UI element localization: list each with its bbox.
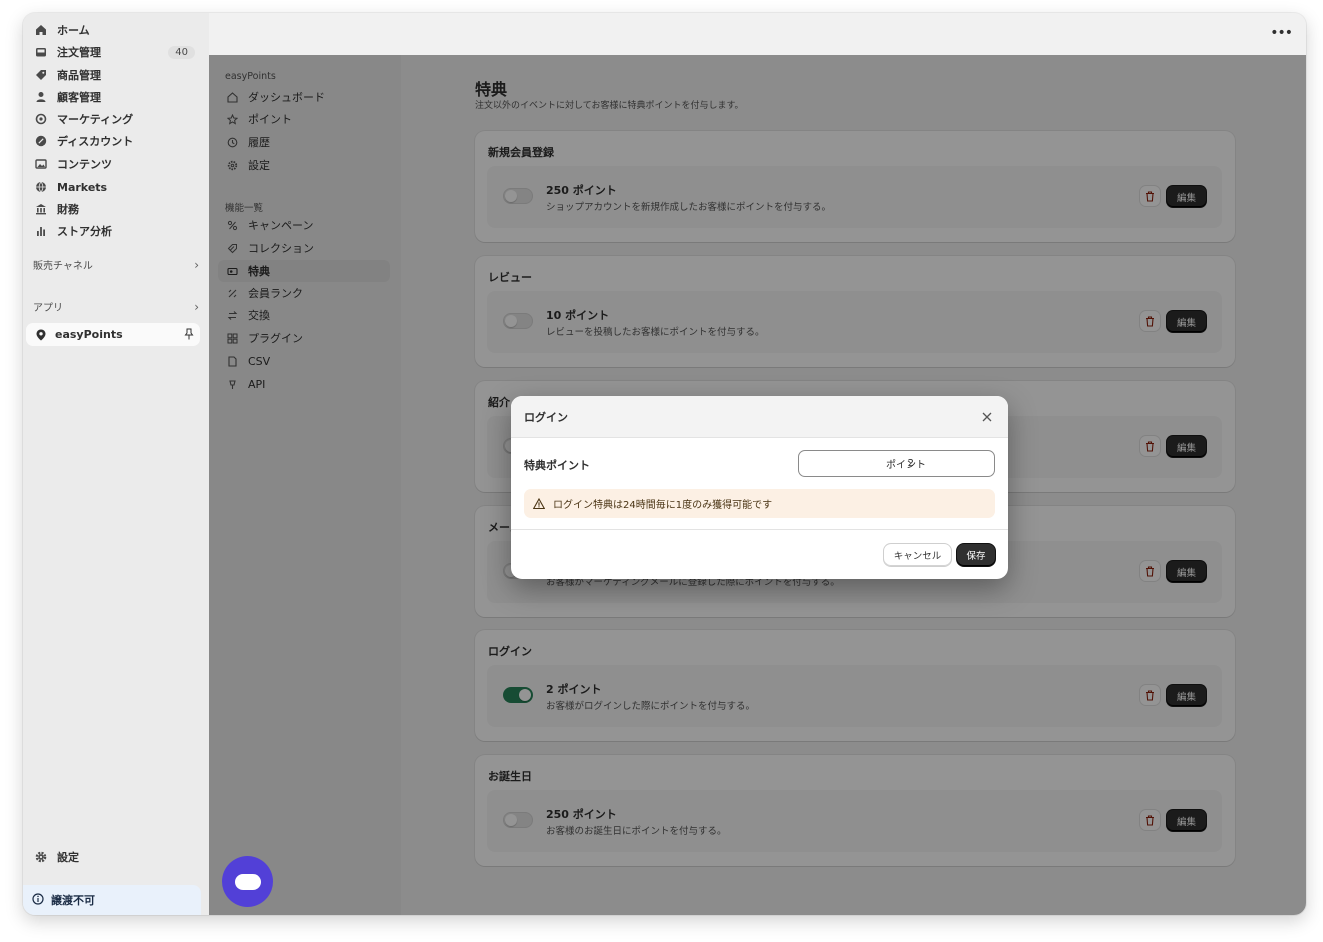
points-input-suffix: ポイント bbox=[886, 460, 926, 471]
warning-banner: ログイン特典は24時間毎に1度のみ獲得可能です bbox=[524, 489, 995, 518]
chat-icon bbox=[234, 873, 261, 890]
close-icon[interactable] bbox=[980, 409, 994, 423]
save-button[interactable]: 保存 bbox=[957, 544, 995, 566]
points-input[interactable]: 2 ポイント bbox=[798, 450, 995, 477]
points-field-label: 特典ポイント bbox=[524, 459, 590, 472]
warning-text: ログイン特典は24時間毎に1度のみ獲得可能です bbox=[553, 500, 773, 511]
chat-button[interactable] bbox=[222, 856, 273, 907]
modal-title: ログイン bbox=[524, 411, 568, 424]
modal-footer: キャンセル 保存 bbox=[511, 529, 1008, 579]
login-reward-modal: ログイン 特典ポイント 2 ポイント ログイン特典は24時間毎に1度のみ獲得可能… bbox=[511, 396, 1008, 579]
modal-overlay: ログイン 特典ポイント 2 ポイント ログイン特典は24時間毎に1度のみ獲得可能… bbox=[0, 0, 1323, 942]
warning-icon bbox=[532, 497, 546, 510]
cancel-button[interactable]: キャンセル bbox=[884, 544, 951, 566]
modal-header: ログイン bbox=[511, 396, 1008, 438]
